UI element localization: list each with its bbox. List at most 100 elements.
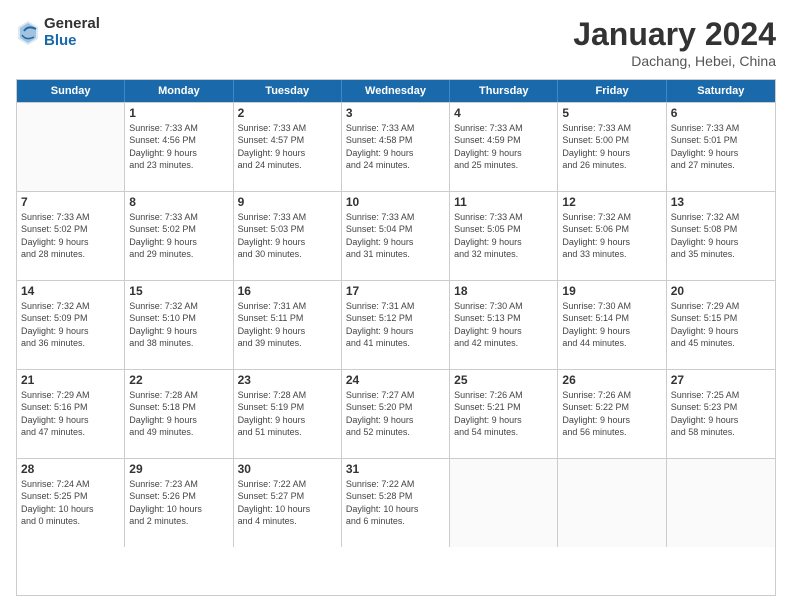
daylight-text-2: and 33 minutes. <box>562 248 661 260</box>
cal-cell-3-3: 24Sunrise: 7:27 AMSunset: 5:20 PMDayligh… <box>342 370 450 458</box>
daylight-text-2: and 51 minutes. <box>238 426 337 438</box>
daylight-text-2: and 52 minutes. <box>346 426 445 438</box>
sunrise-text: Sunrise: 7:33 AM <box>454 122 553 134</box>
daylight-text-1: Daylight: 9 hours <box>346 325 445 337</box>
sunrise-text: Sunrise: 7:30 AM <box>454 300 553 312</box>
daylight-text-1: Daylight: 9 hours <box>21 236 120 248</box>
sunset-text: Sunset: 5:15 PM <box>671 312 771 324</box>
header-thursday: Thursday <box>450 80 558 102</box>
sunset-text: Sunset: 5:09 PM <box>21 312 120 324</box>
daylight-text-1: Daylight: 9 hours <box>346 236 445 248</box>
daylight-text-1: Daylight: 9 hours <box>671 236 771 248</box>
sunset-text: Sunset: 4:58 PM <box>346 134 445 146</box>
daylight-text-1: Daylight: 9 hours <box>562 236 661 248</box>
day-number: 19 <box>562 284 661 298</box>
sunset-text: Sunset: 4:57 PM <box>238 134 337 146</box>
calendar: Sunday Monday Tuesday Wednesday Thursday… <box>16 79 776 596</box>
cal-row-1: 7Sunrise: 7:33 AMSunset: 5:02 PMDaylight… <box>17 191 775 280</box>
calendar-header: Sunday Monday Tuesday Wednesday Thursday… <box>17 80 775 102</box>
daylight-text-1: Daylight: 9 hours <box>562 414 661 426</box>
logo-text: General Blue <box>44 16 100 49</box>
sunrise-text: Sunrise: 7:33 AM <box>562 122 661 134</box>
daylight-text-2: and 24 minutes. <box>346 159 445 171</box>
day-number: 26 <box>562 373 661 387</box>
sunrise-text: Sunrise: 7:22 AM <box>238 478 337 490</box>
daylight-text-2: and 6 minutes. <box>346 515 445 527</box>
cal-row-2: 14Sunrise: 7:32 AMSunset: 5:09 PMDayligh… <box>17 280 775 369</box>
day-number: 12 <box>562 195 661 209</box>
sunset-text: Sunset: 5:19 PM <box>238 401 337 413</box>
cal-cell-3-4: 25Sunrise: 7:26 AMSunset: 5:21 PMDayligh… <box>450 370 558 458</box>
day-number: 13 <box>671 195 771 209</box>
cal-cell-2-1: 15Sunrise: 7:32 AMSunset: 5:10 PMDayligh… <box>125 281 233 369</box>
sunset-text: Sunset: 5:01 PM <box>671 134 771 146</box>
day-number: 28 <box>21 462 120 476</box>
day-number: 18 <box>454 284 553 298</box>
header-monday: Monday <box>125 80 233 102</box>
day-number: 25 <box>454 373 553 387</box>
cal-cell-1-5: 12Sunrise: 7:32 AMSunset: 5:06 PMDayligh… <box>558 192 666 280</box>
sunrise-text: Sunrise: 7:33 AM <box>21 211 120 223</box>
day-number: 3 <box>346 106 445 120</box>
cal-cell-2-5: 19Sunrise: 7:30 AMSunset: 5:14 PMDayligh… <box>558 281 666 369</box>
sunrise-text: Sunrise: 7:28 AM <box>238 389 337 401</box>
cal-cell-3-6: 27Sunrise: 7:25 AMSunset: 5:23 PMDayligh… <box>667 370 775 458</box>
sunrise-text: Sunrise: 7:28 AM <box>129 389 228 401</box>
daylight-text-1: Daylight: 9 hours <box>671 414 771 426</box>
cal-cell-3-2: 23Sunrise: 7:28 AMSunset: 5:19 PMDayligh… <box>234 370 342 458</box>
daylight-text-1: Daylight: 9 hours <box>671 147 771 159</box>
daylight-text-2: and 35 minutes. <box>671 248 771 260</box>
sunset-text: Sunset: 5:11 PM <box>238 312 337 324</box>
day-number: 11 <box>454 195 553 209</box>
daylight-text-2: and 25 minutes. <box>454 159 553 171</box>
sunset-text: Sunset: 5:00 PM <box>562 134 661 146</box>
sunset-text: Sunset: 5:21 PM <box>454 401 553 413</box>
logo: General Blue <box>16 16 100 49</box>
sunset-text: Sunset: 5:12 PM <box>346 312 445 324</box>
cal-cell-4-4 <box>450 459 558 547</box>
sunset-text: Sunset: 5:14 PM <box>562 312 661 324</box>
cal-cell-4-3: 31Sunrise: 7:22 AMSunset: 5:28 PMDayligh… <box>342 459 450 547</box>
daylight-text-1: Daylight: 9 hours <box>238 236 337 248</box>
daylight-text-1: Daylight: 9 hours <box>129 147 228 159</box>
sunrise-text: Sunrise: 7:27 AM <box>346 389 445 401</box>
cal-cell-0-4: 4Sunrise: 7:33 AMSunset: 4:59 PMDaylight… <box>450 103 558 191</box>
cal-cell-2-3: 17Sunrise: 7:31 AMSunset: 5:12 PMDayligh… <box>342 281 450 369</box>
sunrise-text: Sunrise: 7:33 AM <box>129 122 228 134</box>
cal-cell-4-2: 30Sunrise: 7:22 AMSunset: 5:27 PMDayligh… <box>234 459 342 547</box>
daylight-text-2: and 58 minutes. <box>671 426 771 438</box>
daylight-text-1: Daylight: 9 hours <box>454 414 553 426</box>
daylight-text-1: Daylight: 9 hours <box>346 414 445 426</box>
daylight-text-2: and 44 minutes. <box>562 337 661 349</box>
daylight-text-1: Daylight: 9 hours <box>562 147 661 159</box>
daylight-text-2: and 45 minutes. <box>671 337 771 349</box>
daylight-text-1: Daylight: 9 hours <box>21 325 120 337</box>
sunset-text: Sunset: 5:02 PM <box>129 223 228 235</box>
cal-row-3: 21Sunrise: 7:29 AMSunset: 5:16 PMDayligh… <box>17 369 775 458</box>
location: Dachang, Hebei, China <box>573 53 776 69</box>
sunset-text: Sunset: 5:27 PM <box>238 490 337 502</box>
logo-blue-text: Blue <box>44 33 100 50</box>
cal-cell-2-2: 16Sunrise: 7:31 AMSunset: 5:11 PMDayligh… <box>234 281 342 369</box>
sunset-text: Sunset: 5:23 PM <box>671 401 771 413</box>
sunrise-text: Sunrise: 7:24 AM <box>21 478 120 490</box>
day-number: 24 <box>346 373 445 387</box>
sunset-text: Sunset: 5:06 PM <box>562 223 661 235</box>
daylight-text-1: Daylight: 9 hours <box>454 325 553 337</box>
cal-cell-0-0 <box>17 103 125 191</box>
daylight-text-2: and 36 minutes. <box>21 337 120 349</box>
sunrise-text: Sunrise: 7:31 AM <box>346 300 445 312</box>
cal-cell-1-2: 9Sunrise: 7:33 AMSunset: 5:03 PMDaylight… <box>234 192 342 280</box>
sunrise-text: Sunrise: 7:32 AM <box>129 300 228 312</box>
cal-cell-0-6: 6Sunrise: 7:33 AMSunset: 5:01 PMDaylight… <box>667 103 775 191</box>
cal-cell-1-3: 10Sunrise: 7:33 AMSunset: 5:04 PMDayligh… <box>342 192 450 280</box>
sunrise-text: Sunrise: 7:23 AM <box>129 478 228 490</box>
day-number: 1 <box>129 106 228 120</box>
sunset-text: Sunset: 4:56 PM <box>129 134 228 146</box>
daylight-text-2: and 49 minutes. <box>129 426 228 438</box>
day-number: 4 <box>454 106 553 120</box>
daylight-text-2: and 47 minutes. <box>21 426 120 438</box>
cal-cell-2-6: 20Sunrise: 7:29 AMSunset: 5:15 PMDayligh… <box>667 281 775 369</box>
day-number: 8 <box>129 195 228 209</box>
cal-cell-4-1: 29Sunrise: 7:23 AMSunset: 5:26 PMDayligh… <box>125 459 233 547</box>
